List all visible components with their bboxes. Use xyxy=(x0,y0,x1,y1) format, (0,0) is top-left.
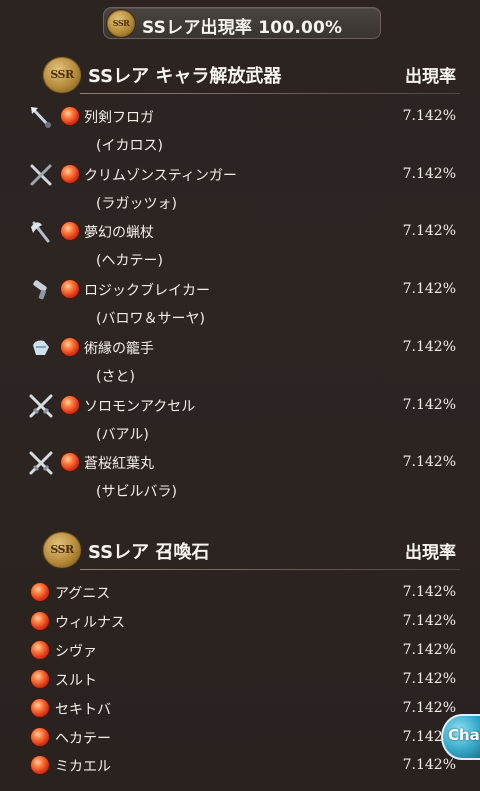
character-name: (ラガッツォ) xyxy=(96,196,177,212)
drop-rate: 7.142% xyxy=(402,339,456,355)
character-name: (ヘカテー) xyxy=(96,253,163,269)
weapon-name: 夢幻の蝋杖 xyxy=(84,225,154,241)
fire-element-icon xyxy=(31,612,49,630)
summon-row: セキトバ 7.142% xyxy=(0,697,480,721)
crossed-swords-icon xyxy=(28,450,54,476)
weapon-name: クリムゾンスティンガー xyxy=(84,168,237,184)
fire-element-icon xyxy=(61,107,79,125)
weapon-row: 術縁の籠手 (さと) 7.142% xyxy=(0,335,480,387)
gun-icon xyxy=(28,277,54,303)
summon-name: アグニス xyxy=(55,586,111,602)
chat-bubble-icon[interactable]: Chat xyxy=(441,714,480,760)
fire-element-icon xyxy=(61,222,79,240)
weapon-name: 列剣フロガ xyxy=(84,110,154,126)
fire-element-icon xyxy=(31,641,49,659)
weapon-name: ソロモンアクセル xyxy=(84,399,196,415)
summons-section-title: SSレア 召喚石 xyxy=(88,542,210,563)
weapon-row: 夢幻の蝋杖 (ヘカテー) 7.142% xyxy=(0,219,480,271)
crossed-swords-icon xyxy=(28,393,54,419)
fire-element-icon xyxy=(61,453,79,471)
ssr-badge-icon: SSR xyxy=(42,531,82,569)
rate-column-heading: 出現率 xyxy=(405,543,456,563)
weapon-name: 蒼桜紅葉丸 xyxy=(84,456,154,472)
drop-rate: 7.142% xyxy=(402,671,456,687)
drop-rate: 7.142% xyxy=(402,757,456,773)
fire-element-icon xyxy=(31,670,49,688)
summon-row: ミカエル 7.142% xyxy=(0,754,480,778)
summon-row: ウィルナス 7.142% xyxy=(0,610,480,634)
weapon-row: ロジックブレイカー (バロワ＆サーヤ) 7.142% xyxy=(0,277,480,329)
weapons-section-title: SSレア キャラ解放武器 xyxy=(88,66,282,87)
crossed-blades-icon xyxy=(28,162,54,188)
drop-rate: 7.142% xyxy=(402,108,456,124)
summon-row: シヴァ 7.142% xyxy=(0,639,480,663)
rates-page: SSレア出現率 100.00% SSR SSR SSレア キャラ解放武器 出現率… xyxy=(0,0,480,791)
gauntlet-icon xyxy=(28,335,54,361)
section-divider xyxy=(80,569,460,570)
summon-row: アグニス 7.142% xyxy=(0,581,480,605)
rate-column-heading: 出現率 xyxy=(405,67,456,87)
fire-element-icon xyxy=(61,165,79,183)
ssr-badge-icon: SSR xyxy=(106,9,136,38)
fire-element-icon xyxy=(61,338,79,356)
weapon-name: ロジックブレイカー xyxy=(84,283,210,299)
drop-rate: 7.142% xyxy=(402,454,456,470)
drop-rate: 7.142% xyxy=(402,281,456,297)
axe-icon xyxy=(28,219,54,245)
total-rate-header: SSレア出現率 100.00% xyxy=(103,7,381,39)
drop-rate: 7.142% xyxy=(402,397,456,413)
weapon-row: 蒼桜紅葉丸 (サビルバラ) 7.142% xyxy=(0,450,480,502)
drop-rate: 7.142% xyxy=(402,223,456,239)
character-name: (サビルバラ) xyxy=(96,484,177,500)
summon-row: スルト 7.142% xyxy=(0,668,480,692)
summon-name: スルト xyxy=(55,673,97,689)
summon-name: ウィルナス xyxy=(55,615,125,631)
fire-element-icon xyxy=(61,396,79,414)
drop-rate: 7.142% xyxy=(402,700,456,716)
character-name: (バアル) xyxy=(96,427,149,443)
fire-element-icon xyxy=(31,728,49,746)
weapon-row: ソロモンアクセル (バアル) 7.142% xyxy=(0,393,480,445)
character-name: (さと) xyxy=(96,369,135,385)
total-rate-title: SSレア出現率 100.00% xyxy=(142,18,343,38)
drop-rate: 7.142% xyxy=(402,166,456,182)
character-name: (イカロス) xyxy=(96,138,163,154)
summon-name: シヴァ xyxy=(55,644,97,660)
weapons-section-header: SSR SSレア キャラ解放武器 出現率 xyxy=(40,54,460,94)
weapon-row: 列剣フロガ (イカロス) 7.142% xyxy=(0,104,480,156)
summon-name: ミカエル xyxy=(55,759,111,775)
weapon-row: クリムゾンスティンガー (ラガッツォ) 7.142% xyxy=(0,162,480,214)
drop-rate: 7.142% xyxy=(402,613,456,629)
fire-element-icon xyxy=(31,583,49,601)
summon-name: セキトバ xyxy=(55,702,111,718)
summon-name: ヘカテー xyxy=(55,731,111,747)
fire-element-icon xyxy=(61,280,79,298)
fire-element-icon xyxy=(31,699,49,717)
summon-row: ヘカテー 7.142% xyxy=(0,726,480,750)
chat-label: Chat xyxy=(448,726,480,744)
spear-icon xyxy=(28,104,54,130)
character-name: (バロワ＆サーヤ) xyxy=(96,311,205,327)
drop-rate: 7.142% xyxy=(402,584,456,600)
drop-rate: 7.142% xyxy=(402,642,456,658)
weapon-name: 術縁の籠手 xyxy=(84,341,154,357)
fire-element-icon xyxy=(31,756,49,774)
summons-section-header: SSR SSレア 召喚石 出現率 xyxy=(40,530,460,570)
ssr-badge-icon: SSR xyxy=(42,56,82,94)
section-divider xyxy=(80,93,460,94)
